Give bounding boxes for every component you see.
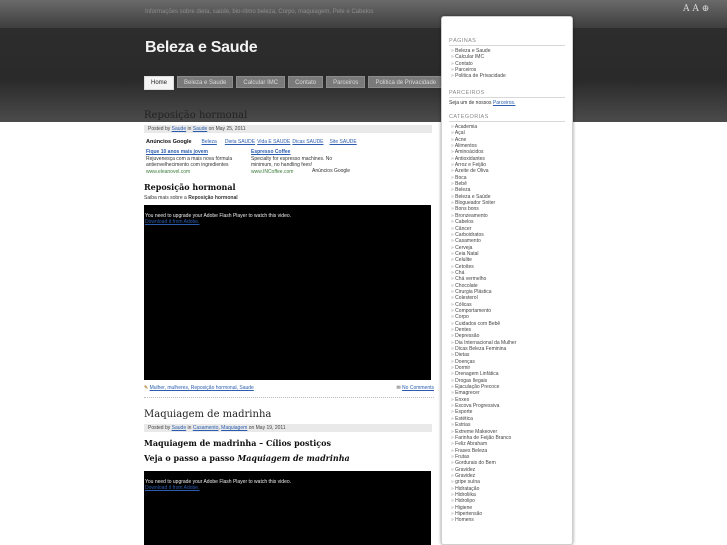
author-link[interactable]: Saude [172, 126, 186, 132]
nav-tab-parceiros[interactable]: Parceiros [326, 76, 366, 88]
nav-tab-home[interactable]: Home [144, 76, 175, 90]
video-player[interactable]: You need to upgrade your Adobe Flash Pla… [144, 471, 431, 545]
ad-link[interactable]: Beleza [202, 139, 217, 145]
heading-emphasis: Maquiagem de madrinha [237, 453, 350, 463]
post-heading: Maquiagem de madrinha – Cílios postiços [144, 438, 331, 448]
author-link[interactable]: Saude [172, 425, 186, 431]
ad-url[interactable]: www.eleanovel.com [146, 169, 241, 176]
post-meta: Posted by Saude in Casamento, Maquiagem … [144, 424, 432, 432]
font-size-tool-icon[interactable]: A A ⊕ [683, 4, 709, 14]
ad-link[interactable]: Dieta SAUDE [225, 139, 255, 145]
main-nav: Home Beleza e Saude Calcular IMC Contato… [144, 76, 444, 90]
meta-prefix: Posted by [148, 425, 171, 431]
site-tagline: Informações sobre dieta, saúde, bio-ritm… [145, 9, 374, 15]
header-band [0, 0, 727, 122]
meta-prefix: Posted by [148, 126, 171, 132]
ad-links-row: Anúncios Google Beleza Dieta SAUDE Vida … [146, 139, 357, 145]
ads-by-google[interactable]: Anúncios Google [312, 168, 350, 174]
category-link[interactable]: Maquiagem [221, 425, 247, 431]
post-title[interactable]: Maquiagem de madrinha [144, 409, 271, 420]
heading-prefix: Veja o passo a passo [144, 453, 235, 463]
meta-date: on May 19, 2011 [248, 425, 286, 431]
sidebar: PÁGINAS Beleza e Saude Calcular IMC Cont… [441, 16, 573, 545]
video-player[interactable]: You need to upgrade your Adobe Flash Pla… [144, 205, 431, 380]
ads-label: Anúncios Google [146, 139, 192, 145]
ad-block[interactable]: Fique 10 anos mais jovem Rejuvenesça com… [146, 149, 241, 175]
meta-in: in [187, 126, 192, 132]
flash-download-link[interactable]: Download it from Adobe. [145, 219, 199, 225]
category-link[interactable]: Casamento [193, 425, 219, 431]
category-link[interactable]: Saude [193, 126, 207, 132]
meta-in: in [187, 425, 192, 431]
sidebar-page-link[interactable]: Politica de Privacidade [451, 73, 506, 79]
nav-tab-beleza-e-saude[interactable]: Beleza e Saude [177, 76, 234, 88]
tag-links[interactable]: Mulher, mulheres, Reposição hormonal, Sa… [150, 385, 254, 391]
saiba-mais-text: Saiba mais sobre a Reposição hormonal [144, 195, 238, 201]
nav-tab-contato[interactable]: Contato [288, 76, 324, 88]
flash-download-link[interactable]: Download it from Adobe. [145, 485, 199, 491]
sidebar-heading-parceiros: PARCEIROS [449, 90, 485, 96]
sidebar-rule [449, 45, 565, 46]
site-title[interactable]: Beleza e Saude [145, 39, 258, 57]
ad-text: antienvelhecimento com ingredientes [146, 162, 229, 168]
post-tags: ✎ Mulher, mulheres, Reposição hormonal, … [144, 384, 254, 392]
post-subheading: Reposição hormonal [144, 182, 236, 192]
nav-tab-calcular-imc[interactable]: Calcular IMC [236, 76, 286, 88]
parceiros-text: Seja um de nossos Parceiros. [449, 100, 515, 106]
nav-tab-politica-de-privacidade[interactable]: Politica de Privacidade [368, 76, 444, 88]
post-meta: Posted by Saude in Saude on May 25, 2011 [144, 125, 432, 133]
sidebar-rule [449, 121, 565, 122]
sidebar-category-link[interactable]: Homens [451, 517, 516, 523]
comment-icon: ✉ [396, 385, 401, 391]
saiba-prefix: Saiba mais sobre a [144, 195, 187, 201]
post-title[interactable]: Reposição hormonal [144, 110, 247, 121]
post-divider [144, 397, 434, 398]
comments: ✉ No Comments [396, 384, 434, 392]
parceiros-link[interactable]: Parceiros. [493, 100, 516, 106]
ad-link[interactable]: Site SAUDE [330, 139, 357, 145]
meta-date: on May 25, 2011 [208, 126, 246, 132]
comments-link[interactable]: No Comments [402, 385, 434, 391]
post-heading: Veja o passo a passo Maquiagem de madrin… [144, 453, 350, 463]
sidebar-paginas-list: Beleza e Saude Calcular IMC Contato Parc… [451, 48, 506, 80]
sidebar-heading-categorias: CATEGORIAS [449, 114, 489, 120]
parceiros-prefix: Seja um de nossos [449, 100, 492, 106]
ad-link[interactable]: Dicas SAUDE [292, 139, 323, 145]
saiba-topic: Reposição hormonal [188, 195, 238, 201]
sidebar-rule [449, 97, 565, 98]
post-footer: ✎ Mulher, mulheres, Reposição hormonal, … [144, 384, 434, 392]
ad-link[interactable]: Vida E SAUDE [257, 139, 290, 145]
sidebar-heading-paginas: PÁGINAS [449, 38, 477, 44]
sidebar-categorias-list: AcademiaAçaíAcneAlimentosAminoácidosAnti… [451, 124, 516, 524]
tag-icon: ✎ [144, 385, 149, 391]
